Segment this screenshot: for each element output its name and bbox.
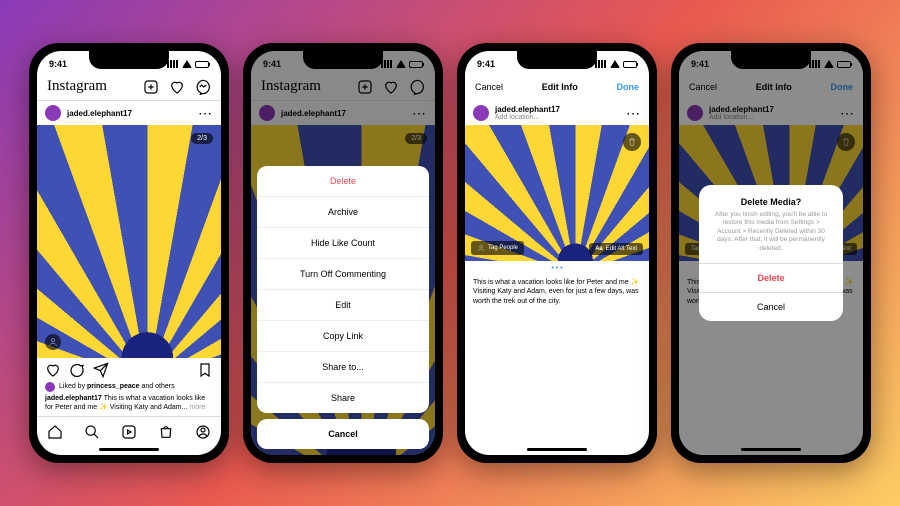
reels-tab-icon[interactable] [121, 424, 137, 440]
comment-icon[interactable] [69, 362, 85, 378]
notch [731, 51, 811, 69]
action-sheet-overlay[interactable]: Delete Archive Hide Like Count Turn Off … [251, 51, 435, 455]
sheet-share-to[interactable]: Share to... [257, 352, 429, 383]
sheet-archive[interactable]: Archive [257, 197, 429, 228]
dialog-overlay[interactable]: Delete Media? After you finish editing, … [679, 51, 863, 455]
liker-avatar [45, 382, 55, 392]
wifi-icon [182, 60, 192, 68]
status-time: 9:41 [477, 59, 495, 69]
app-header: Instagram [37, 73, 221, 101]
status-icons [595, 60, 637, 68]
phone-delete-dialog: 9:41 Cancel Edit Info Done jaded.elephan… [671, 43, 871, 463]
post-header: jaded.elephant17Add location... ⋯ [465, 101, 649, 125]
sheet-edit[interactable]: Edit [257, 290, 429, 321]
signal-icon [167, 60, 179, 68]
phone-feed: 9:41 Instagram jaded.elephant17 ⋯ 2/3 [29, 43, 229, 463]
wifi-icon [610, 60, 620, 68]
new-post-icon[interactable] [143, 79, 159, 95]
status-icons [167, 60, 209, 68]
likes-text: Liked by princess_peace and others [59, 383, 175, 390]
dialog-title: Delete Media? [699, 185, 843, 211]
sheet-hide-likes[interactable]: Hide Like Count [257, 228, 429, 259]
messenger-icon[interactable] [195, 79, 211, 95]
carousel-counter: 2/3 [191, 133, 213, 144]
screen: 9:41 Cancel Edit Info Done jaded.elephan… [465, 51, 649, 455]
avatar [473, 105, 489, 121]
add-location[interactable]: Add location... [495, 114, 620, 121]
sheet-copy-link[interactable]: Copy Link [257, 321, 429, 352]
notch [303, 51, 383, 69]
profile-tab-icon[interactable] [195, 424, 211, 440]
like-icon[interactable] [45, 362, 61, 378]
screen: 9:41 Cancel Edit Info Done jaded.elephan… [679, 51, 863, 455]
edit-header: Cancel Edit Info Done [465, 73, 649, 101]
tab-bar [37, 416, 221, 446]
more-link[interactable]: more [189, 404, 205, 411]
shop-tab-icon[interactable] [158, 424, 174, 440]
sheet-delete[interactable]: Delete [257, 166, 429, 197]
page-indicator: • • • [465, 261, 649, 276]
home-tab-icon[interactable] [47, 424, 63, 440]
dialog-cancel-button[interactable]: Cancel [699, 292, 843, 321]
post-image[interactable]: Tag People Aa Edit Alt Text [465, 125, 649, 261]
signal-icon [595, 60, 607, 68]
tagged-people-button[interactable] [45, 334, 61, 350]
post-header: jaded.elephant17 ⋯ [37, 101, 221, 125]
instagram-logo: Instagram [47, 78, 107, 95]
done-button[interactable]: Done [616, 82, 639, 92]
action-sheet: Delete Archive Hide Like Count Turn Off … [257, 166, 429, 413]
home-indicator [527, 448, 587, 451]
dialog-delete-button[interactable]: Delete [699, 263, 843, 292]
battery-icon [195, 61, 209, 68]
username: jaded.elephant17Add location... [495, 105, 620, 121]
notch [89, 51, 169, 69]
sheet-turn-off-commenting[interactable]: Turn Off Commenting [257, 259, 429, 290]
likes-row[interactable]: Liked by princess_peace and others [37, 382, 221, 392]
caption: jaded.elephant17 This is what a vacation… [37, 392, 221, 416]
edit-alt-text-button[interactable]: Aa Edit Alt Text [589, 243, 643, 255]
status-time: 9:41 [49, 59, 67, 69]
dialog-body: After you finish editing, you'll be able… [699, 211, 843, 263]
tag-people-button[interactable]: Tag People [471, 241, 524, 255]
delete-media-button[interactable] [623, 133, 641, 151]
sheet-share[interactable]: Share [257, 383, 429, 413]
avatar[interactable] [45, 105, 61, 121]
cancel-button[interactable]: Cancel [475, 82, 503, 92]
delete-dialog: Delete Media? After you finish editing, … [699, 185, 843, 321]
page-title: Edit Info [542, 82, 578, 92]
phone-edit-info: 9:41 Cancel Edit Info Done jaded.elephan… [457, 43, 657, 463]
activity-icon[interactable] [169, 79, 185, 95]
save-icon[interactable] [197, 362, 213, 378]
share-icon[interactable] [93, 362, 109, 378]
phone-action-sheet: 9:41 Instagram jaded.elephant17 ⋯ 2/3 [243, 43, 443, 463]
caption-user[interactable]: jaded.elephant17 [45, 395, 102, 402]
username[interactable]: jaded.elephant17 [67, 109, 192, 118]
screen: 9:41 Instagram jaded.elephant17 ⋯ 2/3 [37, 51, 221, 455]
caption-edit[interactable]: This is what a vacation looks like for P… [465, 276, 649, 309]
header-icons [143, 79, 211, 95]
notch [517, 51, 597, 69]
post-actions [37, 358, 221, 382]
search-tab-icon[interactable] [84, 424, 100, 440]
sheet-cancel[interactable]: Cancel [257, 419, 429, 449]
screen: 9:41 Instagram jaded.elephant17 ⋯ 2/3 [251, 51, 435, 455]
post-image[interactable]: 2/3 [37, 125, 221, 358]
battery-icon [623, 61, 637, 68]
home-indicator [99, 448, 159, 451]
